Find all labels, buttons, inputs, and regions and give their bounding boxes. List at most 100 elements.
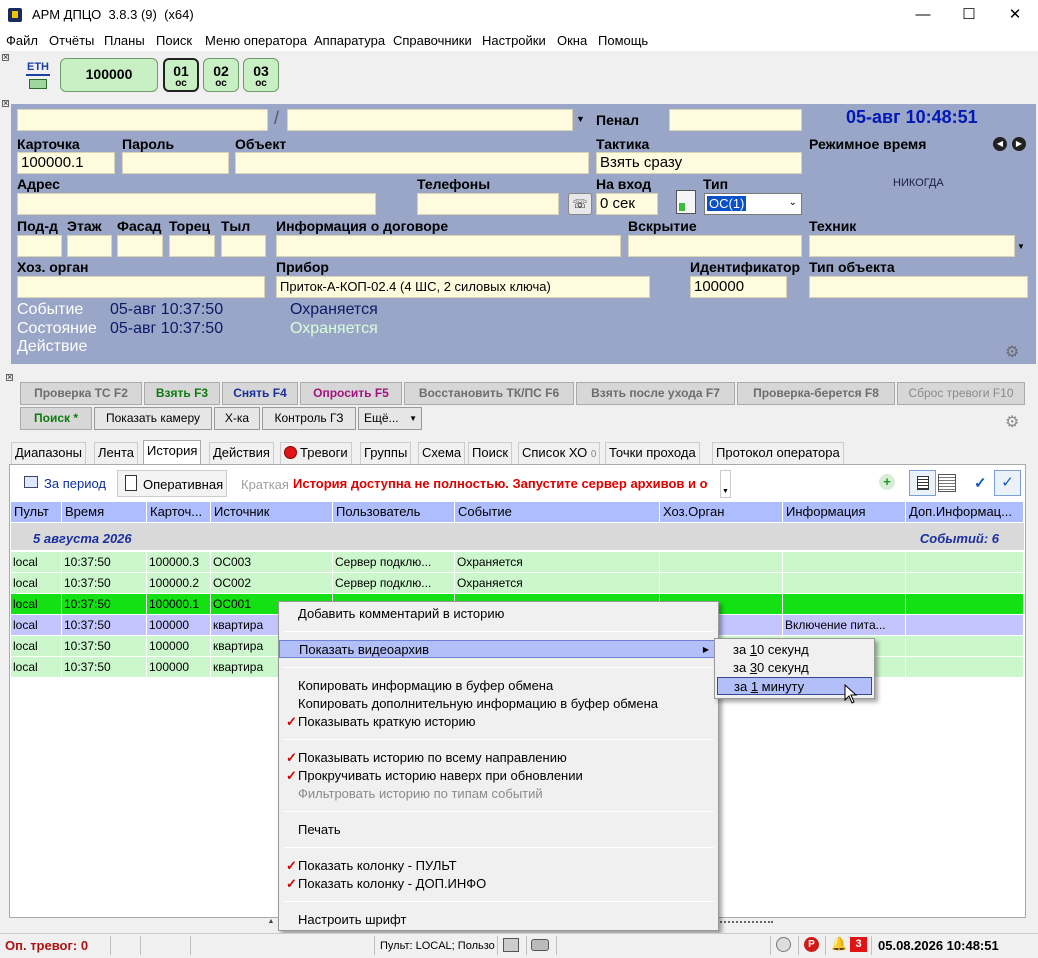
account-button[interactable]: 100000	[60, 58, 158, 92]
double-check-icon[interactable]: ✓	[994, 470, 1021, 496]
more-button[interactable]: Ещё... ▼	[358, 407, 422, 430]
col-info[interactable]: Информация	[783, 502, 906, 522]
dropdown-arrow-icon[interactable]: ▼	[576, 114, 585, 124]
tab-schema[interactable]: Схема	[418, 442, 466, 464]
menu-scroll-up[interactable]: ✓ Прокручивать историю наверх при обновл…	[279, 767, 718, 785]
col-owner[interactable]: Хоз.Орган	[660, 502, 783, 522]
panel-close-icon[interactable]: ×	[2, 99, 9, 108]
phone-call-icon[interactable]: ☏	[568, 193, 592, 215]
menu-print[interactable]: Печать	[279, 821, 718, 839]
menu-filter[interactable]: Фильтровать историю по типам событий	[279, 785, 718, 803]
show-camera-button[interactable]: Показать камеру	[94, 407, 212, 430]
menu-show-direction[interactable]: ✓ Показывать историю по всему направлени…	[279, 749, 718, 767]
tab-feed[interactable]: Лента	[94, 442, 138, 464]
col-event[interactable]: Событие	[455, 502, 660, 522]
menu-col-pult[interactable]: ✓ Показать колонку - ПУЛЬТ	[279, 857, 718, 875]
scroll-down-icon[interactable]: ▼	[720, 470, 731, 498]
p-badge[interactable]: P	[804, 937, 819, 952]
menu-plans[interactable]: Планы	[104, 33, 145, 48]
menu-copy-info[interactable]: Копировать информацию в буфер обмена	[279, 677, 718, 695]
brief-label[interactable]: Краткая	[241, 477, 289, 492]
poll-button[interactable]: Опросить F5	[300, 382, 402, 405]
menu-references[interactable]: Справочники	[393, 33, 472, 48]
menu-add-comment[interactable]: Добавить комментарий в историю	[279, 605, 718, 623]
tab-operator-log[interactable]: Протокол оператора	[712, 442, 844, 464]
menu-reports[interactable]: Отчёты	[49, 33, 94, 48]
partition-02[interactable]: 02 ос	[203, 58, 239, 92]
alarm-count-badge[interactable]: 3	[850, 937, 867, 952]
splitter-up-icon[interactable]: ▲	[266, 918, 276, 926]
xka-button[interactable]: Х-ка	[214, 407, 260, 430]
view-grid-icon[interactable]	[938, 474, 956, 492]
table-row[interactable]: local 10:37:50 100000.2 ОС002 Сервер подклю.…	[11, 573, 1024, 594]
period-button[interactable]: За период	[15, 470, 109, 497]
tab-checkpoints[interactable]: Точки прохода	[605, 442, 700, 464]
minimize-button[interactable]: —	[900, 0, 946, 30]
id-field[interactable]: 100000	[690, 276, 787, 298]
splitter-grip-icon[interactable]	[717, 921, 773, 924]
object-field[interactable]	[235, 152, 589, 174]
tab-actions[interactable]: Действия	[209, 442, 274, 464]
col-card[interactable]: Карточ...	[147, 502, 211, 522]
check-tc-button[interactable]: Проверка ТС F2	[20, 382, 142, 405]
menu-copy-extra[interactable]: Копировать дополнительную информацию в б…	[279, 695, 718, 713]
col-source[interactable]: Источник	[211, 502, 333, 522]
view-list-icon[interactable]	[909, 470, 936, 496]
bell-icon[interactable]: 🔔	[831, 936, 847, 952]
network-device-icon[interactable]	[29, 79, 47, 89]
password-field[interactable]	[122, 152, 229, 174]
panel-close-icon[interactable]: ×	[2, 53, 9, 62]
col-time[interactable]: Время	[62, 502, 147, 522]
address-field[interactable]	[17, 193, 376, 215]
disarm-button[interactable]: Снять F4	[222, 382, 298, 405]
phones-field[interactable]	[417, 193, 559, 215]
floor-field[interactable]	[67, 235, 112, 257]
maximize-button[interactable]: ☐	[946, 0, 992, 30]
menu-settings[interactable]: Настройки	[482, 33, 546, 48]
menu-help[interactable]: Помощь	[598, 33, 648, 48]
table-row[interactable]: local 10:37:50 100000.3 ОС003 Сервер подклю.…	[11, 552, 1024, 573]
col-pult[interactable]: Пульт	[11, 502, 62, 522]
partition-03[interactable]: 03 ос	[243, 58, 279, 92]
menu-operator[interactable]: Меню оператора	[205, 33, 307, 48]
col-user[interactable]: Пользователь	[333, 502, 455, 522]
connection-icon[interactable]	[776, 937, 791, 952]
facade-field[interactable]	[117, 235, 163, 257]
tab-ranges[interactable]: Диапазоны	[11, 442, 86, 464]
technician-field[interactable]	[809, 235, 1015, 257]
card-field[interactable]: 100000.1	[17, 152, 115, 174]
dropdown-arrow-icon[interactable]: ▼	[1017, 242, 1025, 251]
device-field[interactable]: Приток-А-КОП-02.4 (4 ШС, 2 силовых ключа…	[276, 276, 650, 298]
tab-hozorg-list[interactable]: Список ХО 0	[518, 442, 601, 464]
top-field-1[interactable]	[17, 109, 268, 131]
menu-font[interactable]: Настроить шрифт	[279, 911, 718, 929]
col-extra-info[interactable]: Доп.Информац...	[906, 502, 1024, 522]
prev-icon[interactable]: ◀	[993, 137, 1007, 151]
menu-show-video[interactable]: Показать видеоархив ▶	[279, 640, 718, 658]
opening-field[interactable]	[628, 235, 802, 257]
submenu-10-seconds[interactable]: за 10 секунд	[717, 641, 872, 659]
penal-field[interactable]	[669, 109, 802, 131]
menu-windows[interactable]: Окна	[557, 33, 587, 48]
partition-01[interactable]: 01 ос	[163, 58, 199, 92]
tab-groups[interactable]: Группы	[360, 442, 412, 464]
settings-gear-icon[interactable]: ⚙	[1005, 342, 1019, 362]
menu-show-brief[interactable]: ✓ Показывать краткую историю	[279, 713, 718, 731]
add-icon[interactable]: +	[879, 474, 895, 490]
check-icon[interactable]: ✓	[974, 474, 987, 492]
settings-gear-icon[interactable]: ⚙	[1005, 412, 1019, 432]
control-button[interactable]: Контроль ГЗ	[262, 407, 356, 430]
tab-alarms[interactable]: Тревоги	[280, 442, 352, 464]
next-icon[interactable]: ▶	[1012, 137, 1026, 151]
operative-button[interactable]: Оперативная	[117, 470, 227, 497]
panel-close-icon[interactable]: ×	[6, 373, 13, 382]
type-select[interactable]: ОС(1) ⌄	[704, 193, 802, 215]
entry-field[interactable]: 0 сек	[596, 193, 658, 215]
menu-col-dop[interactable]: ✓ Показать колонку - ДОП.ИНФО	[279, 875, 718, 893]
printer-icon[interactable]	[503, 938, 519, 952]
entrance-field[interactable]	[17, 235, 62, 257]
owner-field[interactable]	[17, 276, 265, 298]
menu-search[interactable]: Поиск	[156, 33, 192, 48]
tactic-field[interactable]: Взять сразу	[596, 152, 802, 174]
end-field[interactable]	[169, 235, 215, 257]
